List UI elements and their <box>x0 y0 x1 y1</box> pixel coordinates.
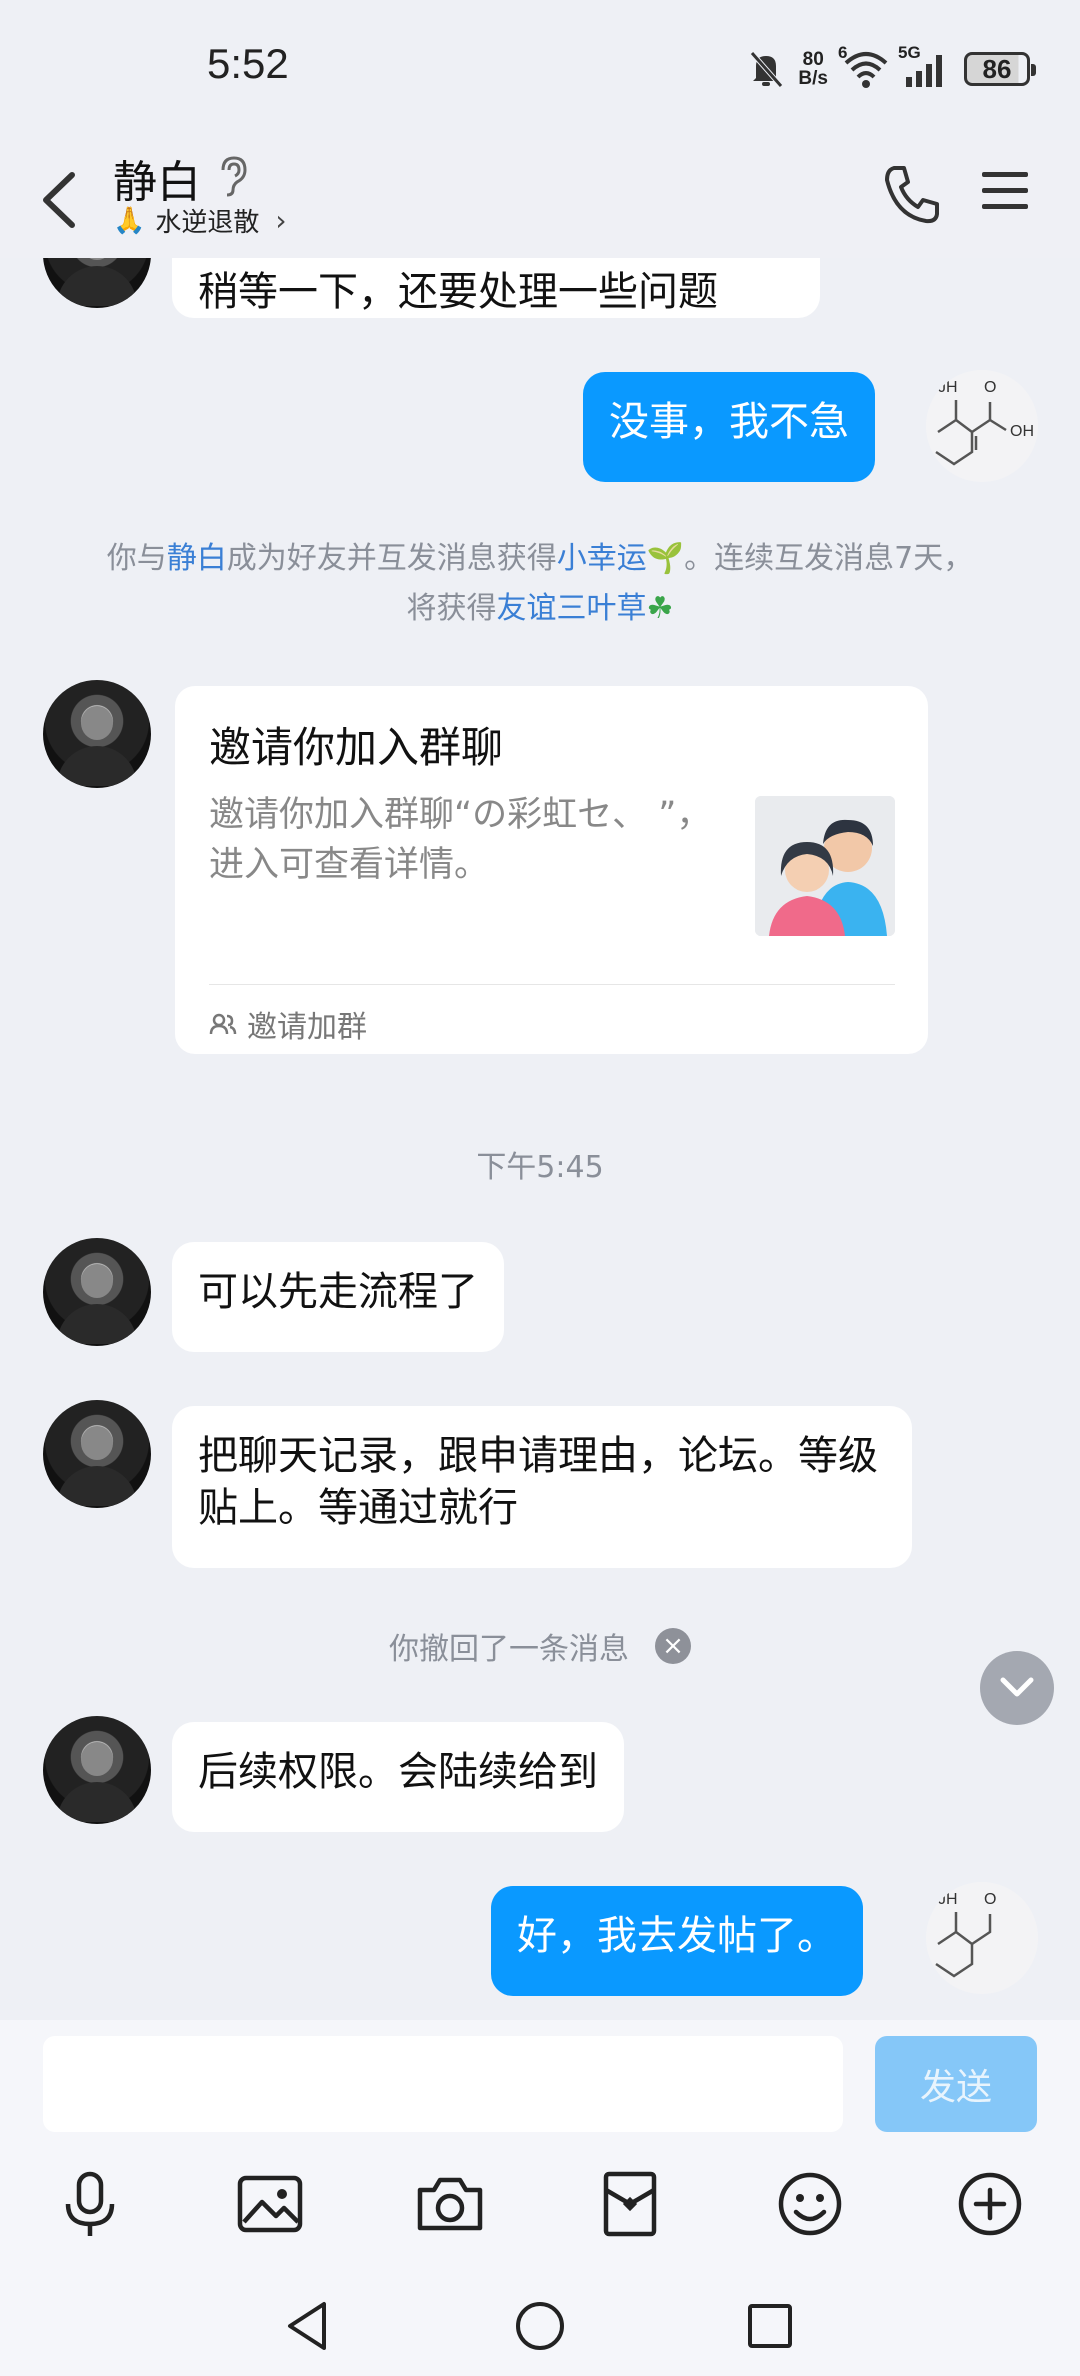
net-speed-unit: B/s <box>798 68 828 89</box>
notice-text: 将获得 <box>406 591 497 626</box>
nav-recents-icon[interactable] <box>740 2296 800 2356</box>
nav-back-icon[interactable] <box>280 2296 340 2356</box>
cell-signal-icon: 5G <box>898 43 950 89</box>
net-speed-value: 80 <box>802 49 824 70</box>
ear-icon[interactable] <box>215 154 251 198</box>
chevron-down-icon <box>1000 1677 1034 1697</box>
status-text: 水逆退散 <box>155 208 260 238</box>
plus-icon[interactable] <box>954 2168 1026 2240</box>
notice-text: 成为好友并互发消息获得 <box>226 541 557 576</box>
phone-icon[interactable] <box>882 162 942 226</box>
message-text: 稍等一下，还要处理一些问题 <box>198 269 718 315</box>
system-nav-bar <box>0 2276 1080 2376</box>
svg-text:JH: JH <box>938 379 958 396</box>
message-text: 把聊天记录，跟申请理由，论坛。等级贴上。等通过就行 <box>198 1433 878 1531</box>
scroll-down-button[interactable] <box>980 1651 1054 1725</box>
contact-avatar[interactable] <box>43 1238 151 1346</box>
contact-status[interactable]: 🙏 水逆退散 › <box>113 202 287 239</box>
card-divider <box>209 984 895 985</box>
contact-avatar[interactable] <box>43 1716 151 1824</box>
notice-name-link[interactable]: 静白 <box>167 541 227 576</box>
wifi-label: 6 <box>838 43 848 62</box>
invite-footer-label: 邀请加群 <box>247 1010 367 1045</box>
nav-home-icon[interactable] <box>510 2296 570 2356</box>
luck-link[interactable]: 小幸运 <box>557 541 647 576</box>
message-bubble-outgoing[interactable]: 没事，我不急 <box>583 372 875 482</box>
contact-avatar[interactable] <box>43 1400 151 1508</box>
contact-avatar[interactable] <box>43 258 151 308</box>
camera-icon[interactable] <box>414 2168 486 2240</box>
message-bubble-incoming[interactable]: 稍等一下，还要处理一些问题 <box>172 258 820 318</box>
system-notice: 你与静白成为好友并互发消息获得小幸运🌱。连续互发消息7天， 将获得友谊三叶草☘ <box>40 534 1040 634</box>
group-avatar <box>755 796 895 936</box>
chat-header: 静白 🙏 水逆退散 › <box>0 140 1080 258</box>
sprout-icon: 🌱 <box>646 541 685 576</box>
message-text: 可以先走流程了 <box>198 1269 478 1315</box>
contact-avatar[interactable] <box>43 680 151 788</box>
notice-text: 。连续互发消息7天， <box>684 541 974 576</box>
revoke-text: 你撤回了一条消息 <box>389 1632 629 1667</box>
notice-text: 你与 <box>106 541 167 576</box>
cell-label: 5G <box>898 43 921 62</box>
contact-name[interactable]: 静白 <box>113 146 201 210</box>
message-bubble-incoming[interactable]: 可以先走流程了 <box>172 1242 504 1352</box>
svg-text:JH: JH <box>938 1891 958 1908</box>
chat-area[interactable]: 稍等一下，还要处理一些问题 没事，我不急 JH O OH 你与静白成为好友并互发… <box>0 258 1080 2020</box>
invite-footer: 邀请加群 <box>209 1002 367 1046</box>
message-bubble-incoming[interactable]: 后续权限。会陆续给到 <box>172 1722 624 1832</box>
message-bubble-incoming[interactable]: 把聊天记录，跟申请理由，论坛。等级贴上。等通过就行 <box>172 1406 912 1568</box>
clover-icon: ☘ <box>646 591 674 626</box>
svg-text:O: O <box>984 1891 996 1908</box>
time-separator: 下午5:45 <box>476 1150 604 1185</box>
mute-bell-icon <box>750 51 784 88</box>
status-time: 5:52 <box>207 40 289 87</box>
group-invite-card[interactable]: 邀请你加入群聊 邀请你加入群聊“の彩虹セ、 ”，进入可查看详情。 邀请加群 <box>175 686 928 1054</box>
my-avatar[interactable]: JH O OH <box>926 370 1038 482</box>
status-icons: 80 B/s 6 5G 86 <box>748 43 1036 94</box>
wifi-icon: 6 <box>838 43 890 89</box>
message-text: 好，我去发帖了。 <box>517 1913 837 1959</box>
group-icon <box>209 1013 237 1035</box>
my-avatar[interactable]: JH O <box>926 1882 1038 1994</box>
svg-text:O: O <box>984 379 996 396</box>
status-emoji: 🙏 <box>113 205 146 236</box>
message-text: 后续权限。会陆续给到 <box>198 1749 598 1795</box>
image-icon[interactable] <box>234 2168 306 2240</box>
clover-link[interactable]: 友谊三叶草 <box>497 591 647 626</box>
microphone-icon[interactable] <box>54 2168 126 2240</box>
back-arrow-icon[interactable] <box>36 165 82 235</box>
status-bar: 5:52 80 B/s 6 5G 86 <box>0 0 1080 140</box>
chevron-right-icon: › <box>275 204 287 237</box>
net-speed: 80 B/s <box>798 50 828 88</box>
emoji-icon[interactable] <box>774 2168 846 2240</box>
message-text: 没事，我不急 <box>609 399 849 445</box>
message-bubble-outgoing[interactable]: 好，我去发帖了。 <box>491 1886 863 1996</box>
svg-text:OH: OH <box>1010 423 1034 440</box>
menu-icon[interactable] <box>980 168 1030 214</box>
revoke-notice: 你撤回了一条消息 × <box>0 1624 1080 1668</box>
invite-title: 邀请你加入群聊 <box>209 723 504 772</box>
message-input[interactable] <box>43 2036 843 2132</box>
battery-indicator: 86 <box>964 52 1036 86</box>
close-icon[interactable]: × <box>655 1628 691 1664</box>
red-packet-icon[interactable] <box>594 2168 666 2240</box>
send-button[interactable]: 发送 <box>875 2036 1037 2132</box>
invite-description: 邀请你加入群聊“の彩虹セ、 ”，进入可查看详情。 <box>209 795 712 885</box>
